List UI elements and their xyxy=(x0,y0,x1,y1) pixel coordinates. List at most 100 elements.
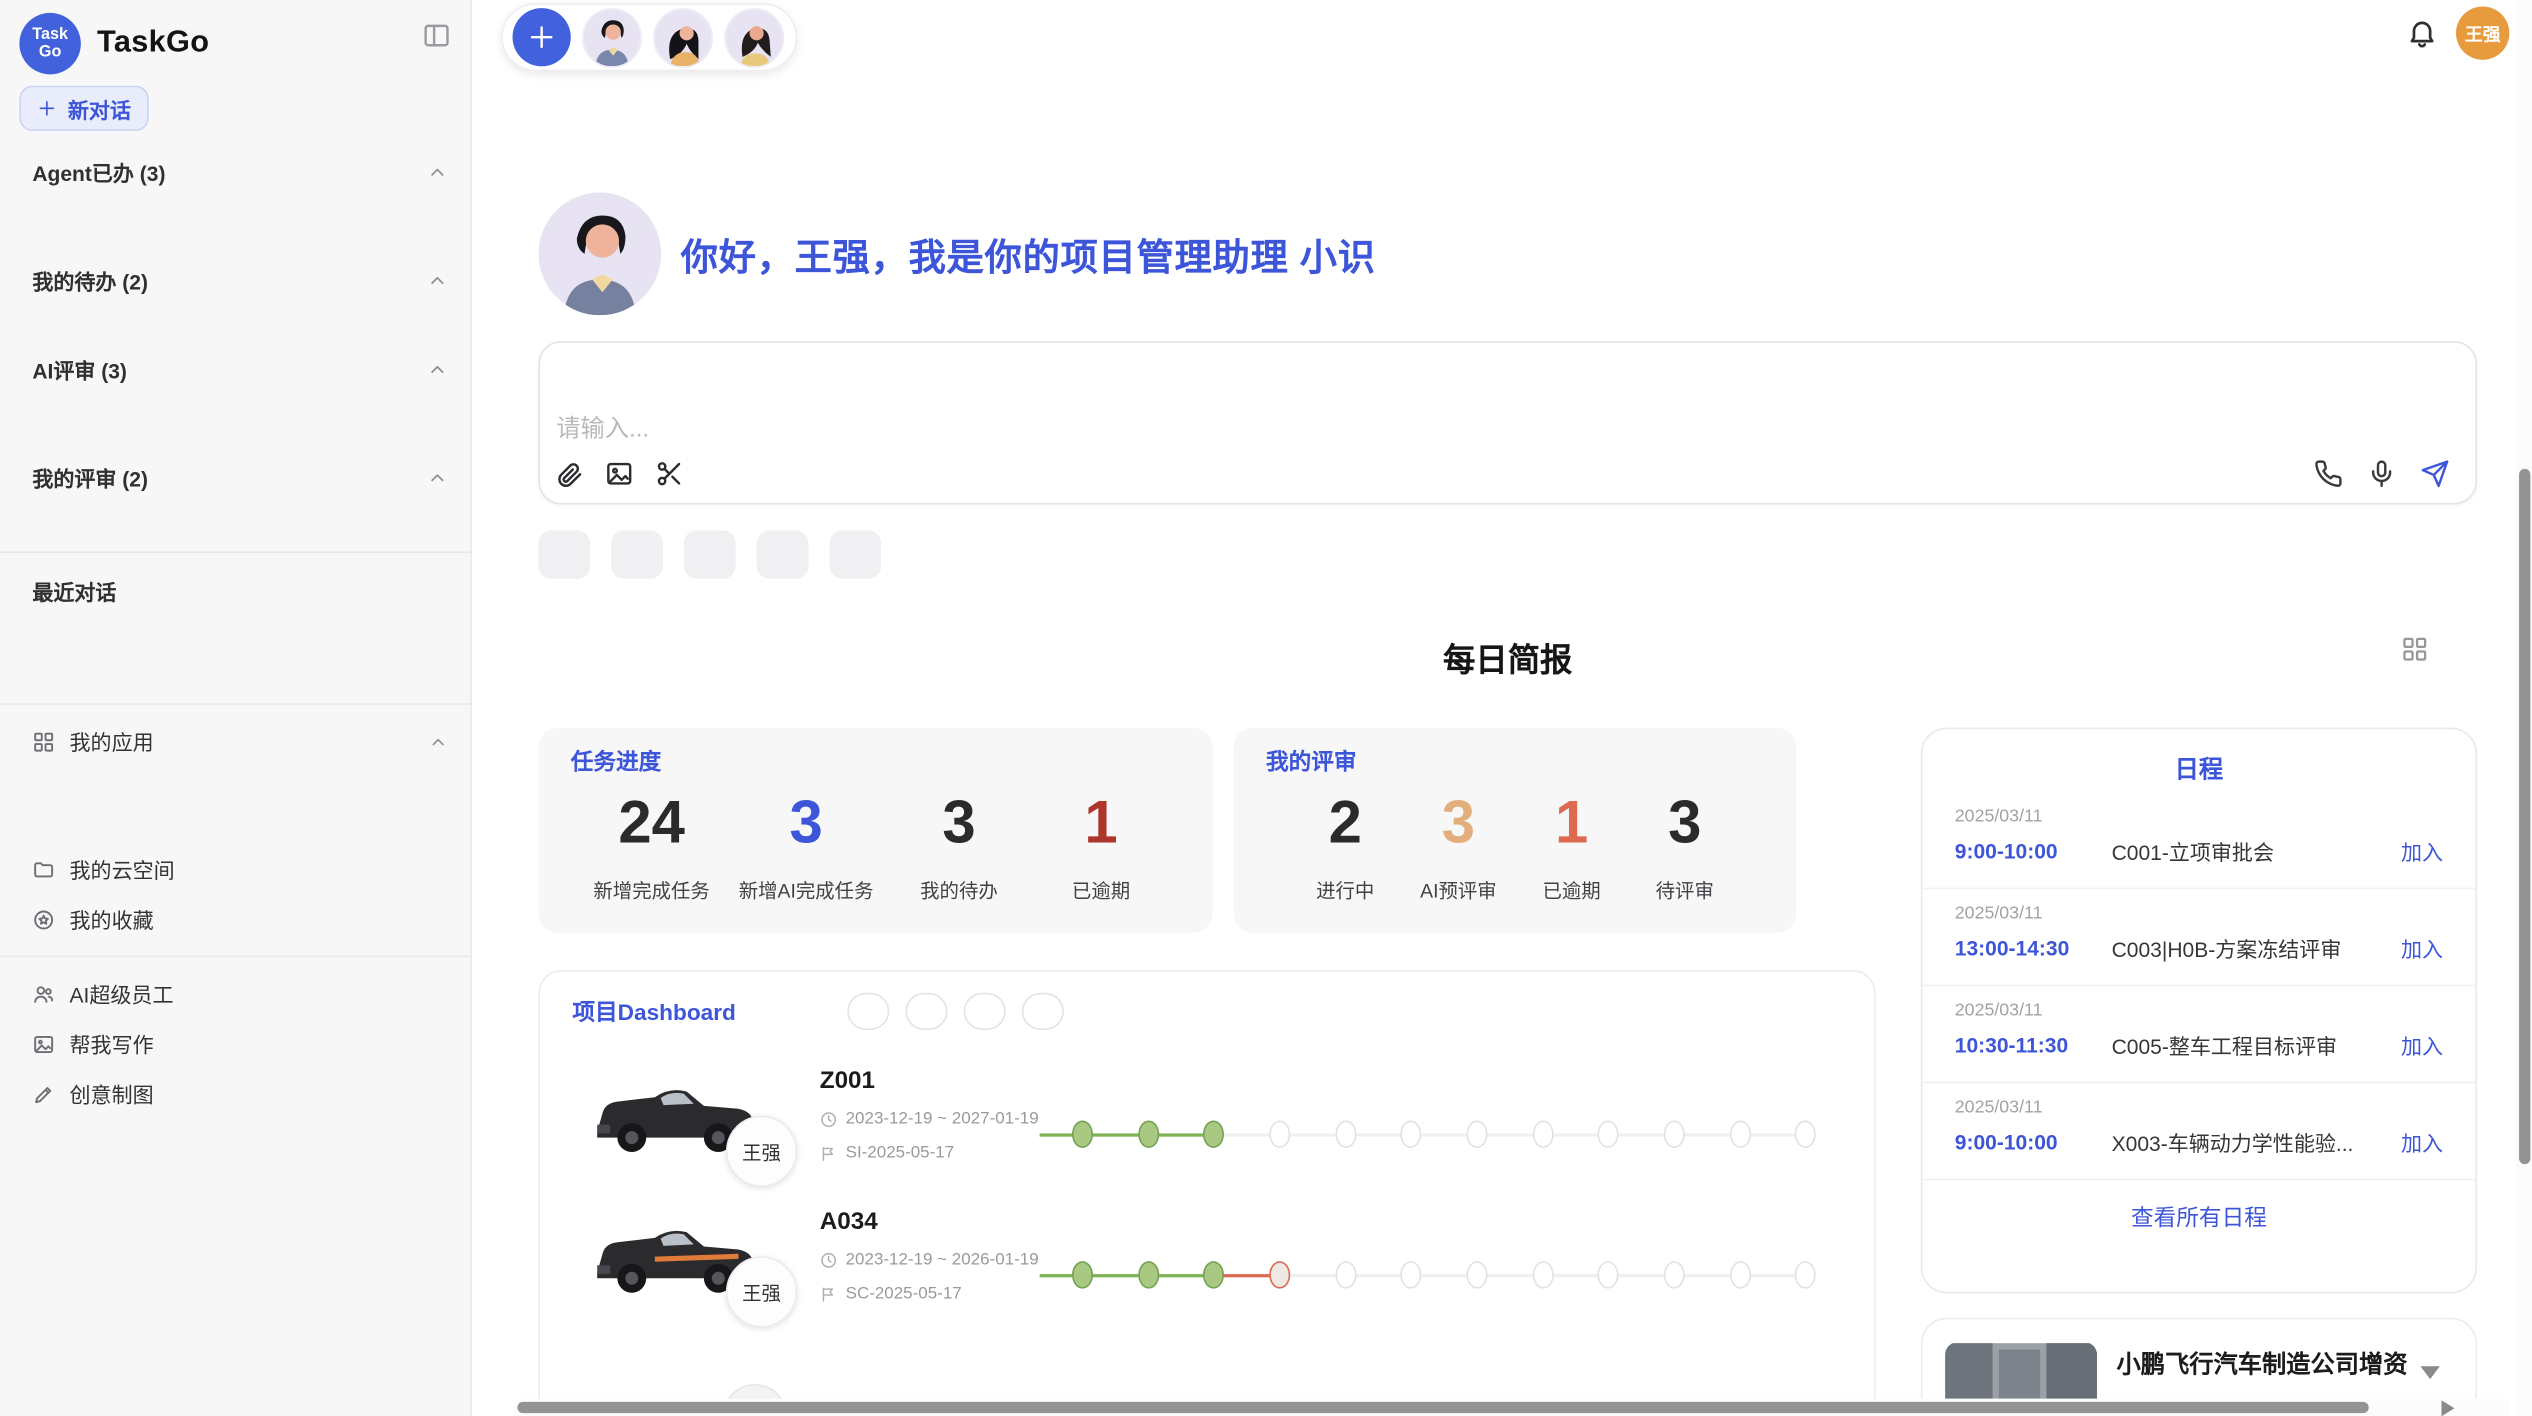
sidebar-item-my-apps[interactable]: 我的应用 xyxy=(0,716,471,766)
scroll-right-arrow-icon[interactable] xyxy=(2441,1400,2454,1416)
agent-avatar-1[interactable] xyxy=(582,7,642,67)
image-upload-icon[interactable] xyxy=(605,459,634,488)
milestone-dot[interactable] xyxy=(1269,1261,1290,1288)
milestone-dot[interactable] xyxy=(1729,1120,1750,1147)
section-header[interactable]: 我的评审 (2) xyxy=(0,451,471,501)
join-meeting-link[interactable]: 加入 xyxy=(2401,1127,2443,1158)
task-item[interactable] xyxy=(0,432,471,451)
milestone-dot[interactable] xyxy=(1795,1120,1816,1147)
milestone-dot[interactable] xyxy=(1598,1261,1619,1288)
recent-item[interactable] xyxy=(0,634,471,653)
dashboard-filter-tab[interactable] xyxy=(964,993,1006,1030)
milestone-dot[interactable] xyxy=(1401,1120,1422,1147)
dashboard-filter-tab[interactable] xyxy=(1022,993,1064,1030)
stat-cell[interactable]: 24 新增完成任务 xyxy=(593,791,709,904)
milestone-dot[interactable] xyxy=(1401,1261,1422,1288)
chevron-up-icon[interactable] xyxy=(428,732,447,751)
section-header[interactable]: AI评审 (3) xyxy=(0,343,471,393)
schedule-item[interactable]: 2025/03/11 9:00-10:00 C001-立项审批会 加入 xyxy=(1922,792,2475,889)
task-item[interactable] xyxy=(0,393,471,412)
join-meeting-link[interactable]: 加入 xyxy=(2401,1030,2443,1061)
task-item[interactable] xyxy=(0,412,471,431)
user-avatar[interactable]: 王强 xyxy=(2456,6,2509,59)
recent-item[interactable] xyxy=(0,614,471,633)
notifications-bell-icon[interactable] xyxy=(2406,16,2438,48)
milestone-dot[interactable] xyxy=(1466,1261,1487,1288)
app-item[interactable] xyxy=(0,825,471,844)
app-item[interactable] xyxy=(0,786,471,805)
sidebar-item-help-write[interactable]: 帮我写作 xyxy=(0,1019,471,1069)
suggestion-chip[interactable] xyxy=(829,530,881,579)
milestone-dot[interactable] xyxy=(1532,1261,1553,1288)
section-header[interactable]: Agent已办 (3) xyxy=(0,146,471,196)
milestone-dot[interactable] xyxy=(1137,1261,1158,1288)
chevron-up-icon[interactable] xyxy=(427,359,448,380)
sidebar-item-creative-draw[interactable]: 创意制图 xyxy=(0,1069,471,1119)
milestone-dot[interactable] xyxy=(1795,1261,1816,1288)
milestone-dot[interactable] xyxy=(1335,1261,1356,1288)
sidebar-item-favorites[interactable]: 我的收藏 xyxy=(0,894,471,944)
milestone-dot[interactable] xyxy=(1072,1261,1093,1288)
stat-cell[interactable]: 3 我的待办 xyxy=(902,791,1015,904)
chevron-up-icon[interactable] xyxy=(427,467,448,488)
scroll-down-arrow-icon[interactable] xyxy=(2420,1366,2439,1379)
add-agent-button[interactable] xyxy=(513,8,571,66)
recent-item[interactable] xyxy=(0,653,471,672)
phone-call-icon[interactable] xyxy=(2314,459,2343,488)
stat-cell[interactable]: 2 进行中 xyxy=(1289,791,1402,904)
milestone-dot[interactable] xyxy=(1664,1261,1685,1288)
paperclip-icon[interactable] xyxy=(555,459,584,488)
send-icon[interactable] xyxy=(2420,459,2449,488)
milestone-dot[interactable] xyxy=(1532,1120,1553,1147)
task-item[interactable] xyxy=(0,215,471,234)
join-meeting-link[interactable]: 加入 xyxy=(2401,933,2443,964)
milestone-dot[interactable] xyxy=(1598,1120,1619,1147)
collapse-sidebar-icon[interactable] xyxy=(422,21,451,50)
horizontal-scrollbar-thumb[interactable] xyxy=(517,1402,2368,1413)
milestone-dot[interactable] xyxy=(1203,1120,1224,1147)
recent-item[interactable] xyxy=(0,673,471,692)
schedule-item[interactable]: 2025/03/11 9:00-10:00 X003-车辆动力学性能验... 加… xyxy=(1922,1083,2475,1180)
project-row[interactable]: 王强 A034 2023-12-19 ~ 2026-01-19 SC-2025-… xyxy=(572,1208,1841,1311)
chevron-up-icon[interactable] xyxy=(427,270,448,291)
suggestion-chip[interactable] xyxy=(684,530,736,579)
suggestion-chip[interactable] xyxy=(611,530,663,579)
stat-cell[interactable]: 3 新增AI完成任务 xyxy=(739,791,874,904)
task-item[interactable] xyxy=(0,501,471,520)
milestone-dot[interactable] xyxy=(1072,1120,1093,1147)
milestone-dot[interactable] xyxy=(1269,1120,1290,1147)
stat-cell[interactable]: 3 AI预评审 xyxy=(1402,791,1515,904)
milestone-dot[interactable] xyxy=(1729,1261,1750,1288)
suggestion-chip[interactable] xyxy=(538,530,590,579)
stat-cell[interactable]: 1 已逾期 xyxy=(1044,791,1157,904)
sidebar-item-ai-super-staff[interactable]: AI超级员工 xyxy=(0,968,471,1018)
layout-grid-icon[interactable] xyxy=(2401,635,2428,662)
dashboard-filter-tab[interactable] xyxy=(847,993,889,1030)
dashboard-filter-tab[interactable] xyxy=(905,993,947,1030)
milestone-dot[interactable] xyxy=(1137,1120,1158,1147)
project-row[interactable]: 王强 Z001 2023-12-19 ~ 2027-01-19 SI-2025-… xyxy=(572,1067,1841,1170)
message-composer[interactable]: 请输入... xyxy=(538,341,2477,504)
microphone-icon[interactable] xyxy=(2367,459,2396,488)
schedule-item[interactable]: 2025/03/11 13:00-14:30 C003|H0B-方案冻结评审 加… xyxy=(1922,889,2475,986)
milestone-dot[interactable] xyxy=(1664,1120,1685,1147)
milestone-dot[interactable] xyxy=(1466,1120,1487,1147)
task-item[interactable] xyxy=(0,521,471,540)
agent-avatar-3[interactable] xyxy=(724,7,784,67)
agent-avatar-2[interactable] xyxy=(653,7,713,67)
schedule-item[interactable]: 2025/03/11 10:30-11:30 C005-整车工程目标评审 加入 xyxy=(1922,986,2475,1083)
task-item[interactable] xyxy=(0,323,471,342)
app-item[interactable] xyxy=(0,766,471,785)
join-meeting-link[interactable]: 加入 xyxy=(2401,836,2443,867)
task-item[interactable] xyxy=(0,234,471,253)
scissors-icon[interactable] xyxy=(655,459,684,488)
sidebar-item-cloud-space[interactable]: 我的云空间 xyxy=(0,844,471,894)
task-item[interactable] xyxy=(0,304,471,323)
view-all-schedule-link[interactable]: 查看所有日程 xyxy=(1922,1180,2475,1233)
suggestion-chip[interactable] xyxy=(757,530,809,579)
new-chat-button[interactable]: 新对话 xyxy=(19,86,148,131)
app-item[interactable] xyxy=(0,805,471,824)
vertical-scrollbar-thumb[interactable] xyxy=(2518,469,2529,1164)
milestone-dot[interactable] xyxy=(1335,1120,1356,1147)
chevron-up-icon[interactable] xyxy=(427,162,448,183)
